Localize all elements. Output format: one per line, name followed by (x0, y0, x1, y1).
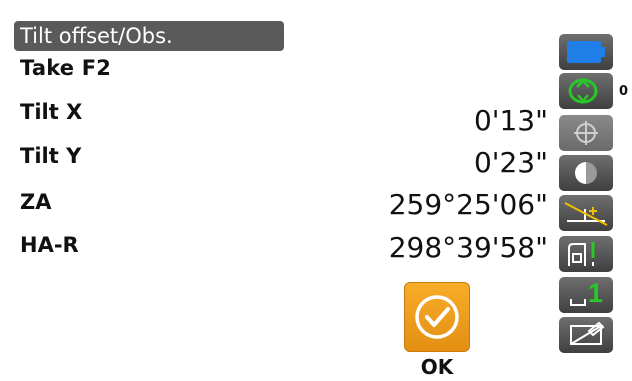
ok-button[interactable] (404, 282, 470, 352)
za-label: ZA (20, 190, 52, 214)
battery-status (559, 34, 613, 70)
tilt-y-label: Tilt Y (20, 144, 82, 168)
tilt-y-value: 0'23" (473, 146, 548, 179)
target-number: 1 (588, 278, 604, 308)
target-number-icon (570, 299, 586, 306)
tilt-status-icon (568, 78, 598, 104)
laser-plummet-button[interactable] (559, 236, 613, 272)
tilt-x-value: 0'13" (473, 104, 548, 137)
za-value: 259°25'06" (388, 188, 548, 221)
ppm-correction-icon (564, 202, 608, 226)
page-title: Tilt offset/Obs. (14, 21, 284, 51)
target-type-icon (575, 162, 597, 184)
battery-icon (567, 41, 605, 63)
ok-button-label[interactable]: OK (404, 355, 470, 379)
laser-plummet-icon (568, 242, 595, 266)
prompt-text: Take F2 (20, 56, 112, 80)
target-crosshair-button[interactable] (559, 115, 613, 151)
check-circle-icon (415, 295, 459, 339)
screen: Tilt offset/Obs. Take F2 Tilt X 0'13" Ti… (0, 0, 632, 381)
input-mode-button[interactable] (559, 317, 613, 353)
input-mode-icon (570, 321, 605, 345)
target-type-button[interactable] (559, 155, 613, 191)
tilt-x-label: Tilt X (20, 100, 83, 124)
ppm-correction-button[interactable] (559, 195, 613, 231)
ha-r-label: HA-R (20, 233, 79, 257)
tilt-status[interactable] (559, 73, 613, 109)
ha-r-value: 298°39'58" (388, 231, 548, 264)
target-number-button[interactable]: 1 (559, 277, 613, 313)
tilt-indicator-value: 0 (619, 84, 629, 99)
target-crosshair-icon (574, 121, 598, 145)
